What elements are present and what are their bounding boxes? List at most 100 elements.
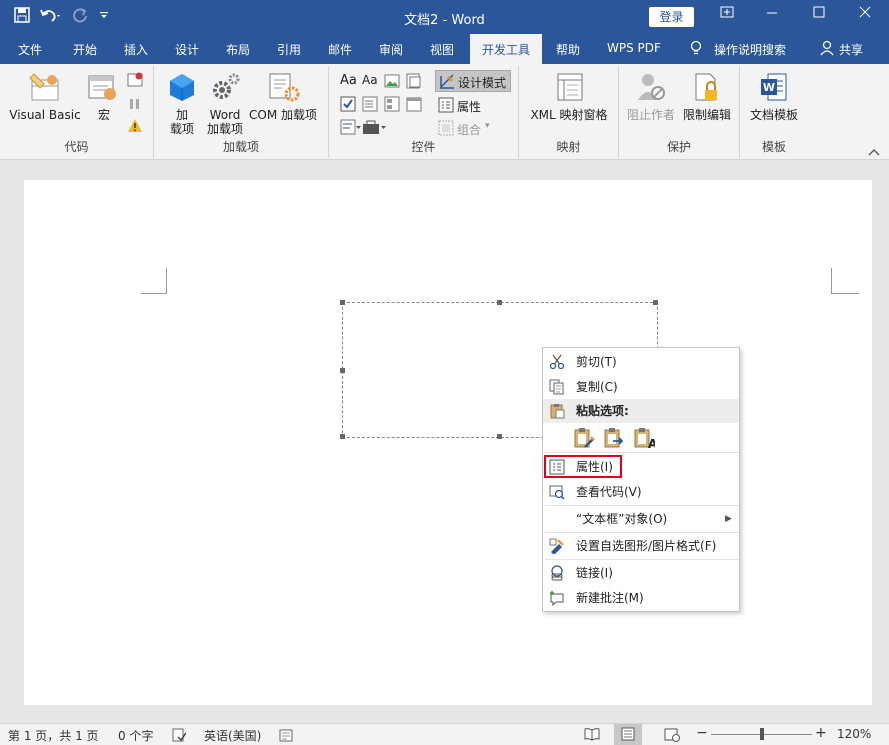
tab-wps-pdf[interactable]: WPS PDF xyxy=(607,41,661,55)
print-layout-button[interactable] xyxy=(614,724,642,745)
ribbon-display-icon[interactable] xyxy=(717,5,737,23)
close-icon[interactable] xyxy=(855,5,875,23)
resize-handle[interactable] xyxy=(497,300,502,305)
tab-developer[interactable]: 开发工具 xyxy=(470,34,543,64)
copy-icon xyxy=(549,379,565,395)
svg-text:A: A xyxy=(648,437,655,449)
menu-item-cut[interactable]: 剪切(T) xyxy=(543,350,739,374)
legacy-tools-icon[interactable] xyxy=(362,119,388,138)
block-authors-button[interactable]: 阻止作者 xyxy=(625,72,677,126)
zoom-level[interactable]: 120% xyxy=(837,727,871,741)
tab-design[interactable]: 设计 xyxy=(175,41,199,58)
document-template-button[interactable]: W 文档模板 xyxy=(746,72,802,126)
menu-item-format-shape[interactable]: 设置自选图形/图片格式(F) xyxy=(543,534,739,558)
menu-item-copy[interactable]: 复制(C) xyxy=(543,375,739,399)
tab-layout[interactable]: 布局 xyxy=(226,41,250,58)
pause-recording-icon[interactable] xyxy=(127,96,143,115)
group-label-code: 代码 xyxy=(64,140,89,154)
lock-icon xyxy=(693,72,721,105)
document-page[interactable] xyxy=(24,180,872,705)
ribbon: Visual Basic 宏 代码 加 载项 Word 加载项 COM 加载项 … xyxy=(0,64,889,160)
com-addins-icon xyxy=(268,72,300,105)
read-mode-icon[interactable] xyxy=(584,727,600,744)
xml-mapping-pane-button[interactable]: XML 映射窗格 xyxy=(523,72,615,126)
resize-handle[interactable] xyxy=(340,434,345,439)
zoom-out-button[interactable]: − xyxy=(696,725,708,741)
repeating-section-control-icon[interactable] xyxy=(340,119,362,138)
macro-button[interactable]: 宏 xyxy=(88,72,120,126)
collapse-ribbon-icon[interactable] xyxy=(868,146,880,160)
menu-item-view-code[interactable]: 查看代码(V) xyxy=(543,480,739,504)
resize-handle[interactable] xyxy=(340,300,345,305)
resize-handle[interactable] xyxy=(653,300,658,305)
drop-down-list-control-icon[interactable] xyxy=(384,96,400,115)
word-addins-button[interactable]: Word 加载项 xyxy=(204,72,246,140)
macro-recording-icon[interactable] xyxy=(279,728,293,745)
plain-text-control-icon[interactable]: Aa xyxy=(362,73,378,87)
status-bar: 第 1 页，共 1 页 0 个字 英语(美国) − + 120% xyxy=(0,723,889,745)
addins-button[interactable]: 加 载项 xyxy=(166,72,198,140)
submenu-arrow-icon: ▶ xyxy=(725,514,732,524)
paste-text-only-icon[interactable]: A xyxy=(633,427,658,452)
menu-item-new-comment[interactable]: 新建批注(M) xyxy=(543,586,739,610)
page-count[interactable]: 第 1 页，共 1 页 xyxy=(8,727,99,744)
properties-ribbon-button[interactable]: 属性 xyxy=(435,94,511,116)
clipboard-icon xyxy=(549,403,565,419)
proofing-icon[interactable] xyxy=(172,728,187,745)
resize-handle[interactable] xyxy=(497,434,502,439)
group-controls: Aa Aa 设计模式 属性 组合 ▾ 控件 xyxy=(329,66,519,158)
maximize-icon[interactable] xyxy=(809,5,829,23)
menu-separator xyxy=(545,505,739,506)
record-macro-icon[interactable] xyxy=(127,72,143,91)
menu-item-link[interactable]: 链接(I) xyxy=(543,561,739,585)
context-menu: 剪切(T) 复制(C) 粘贴选项: A 属性(I) 查看代码(V) “文本框”对… xyxy=(542,347,740,612)
macro-security-icon[interactable] xyxy=(127,118,143,137)
tell-me-search[interactable]: 操作说明搜索 xyxy=(714,41,786,58)
building-block-control-icon[interactable] xyxy=(406,73,422,92)
web-layout-icon[interactable] xyxy=(664,728,680,745)
paste-merge-formatting-icon[interactable] xyxy=(603,427,625,452)
visual-basic-button[interactable]: Visual Basic xyxy=(8,72,82,126)
title-bar: 文档2 - Word 登录 xyxy=(0,0,889,34)
restrict-editing-button[interactable]: 限制编辑 xyxy=(679,72,735,126)
addins-cube-icon xyxy=(168,72,196,105)
crop-mark-top-right xyxy=(831,268,859,294)
share-button[interactable]: 共享 xyxy=(839,41,863,58)
tab-view[interactable]: 视图 xyxy=(430,41,454,58)
zoom-slider-thumb[interactable] xyxy=(760,728,764,740)
language-indicator[interactable]: 英语(美国) xyxy=(204,727,261,744)
tab-file[interactable]: 文件 xyxy=(18,41,42,58)
rich-text-control-icon[interactable]: Aa xyxy=(340,73,357,88)
crop-mark-top-left xyxy=(141,268,167,294)
tab-mailings[interactable]: 邮件 xyxy=(328,41,352,58)
svg-text:W: W xyxy=(763,81,775,94)
login-button[interactable]: 登录 xyxy=(649,7,694,27)
design-mode-icon xyxy=(439,73,455,92)
properties-icon xyxy=(438,97,454,116)
minimize-icon[interactable] xyxy=(762,5,782,23)
print-layout-icon xyxy=(621,727,635,744)
group-templates: W 文档模板 模板 xyxy=(740,66,808,158)
zoom-in-button[interactable]: + xyxy=(815,725,827,741)
date-picker-control-icon[interactable] xyxy=(406,96,422,115)
block-authors-icon xyxy=(637,72,665,105)
resize-handle[interactable] xyxy=(340,368,345,373)
tab-references[interactable]: 引用 xyxy=(277,41,301,58)
tab-insert[interactable]: 插入 xyxy=(124,41,148,58)
paste-keep-formatting-icon[interactable] xyxy=(573,427,595,452)
tab-home[interactable]: 开始 xyxy=(73,41,97,58)
tab-review[interactable]: 审阅 xyxy=(379,41,403,58)
checkbox-control-icon[interactable] xyxy=(340,96,356,115)
menu-item-textbox-object[interactable]: “文本框”对象(O) ▶ xyxy=(543,507,739,531)
picture-control-icon[interactable] xyxy=(384,73,400,92)
menu-header-paste-options: 粘贴选项: xyxy=(543,399,739,423)
combo-box-control-icon[interactable] xyxy=(362,96,378,115)
word-count[interactable]: 0 个字 xyxy=(118,727,153,744)
group-controls-button[interactable]: 组合 ▾ xyxy=(435,117,511,139)
com-addins-button[interactable]: COM 加载项 xyxy=(248,72,318,126)
gear-icon xyxy=(210,72,240,105)
menu-separator xyxy=(545,559,739,560)
tab-help[interactable]: 帮助 xyxy=(556,41,580,58)
design-mode-button[interactable]: 设计模式 xyxy=(435,70,511,92)
word-template-icon: W xyxy=(760,72,788,105)
